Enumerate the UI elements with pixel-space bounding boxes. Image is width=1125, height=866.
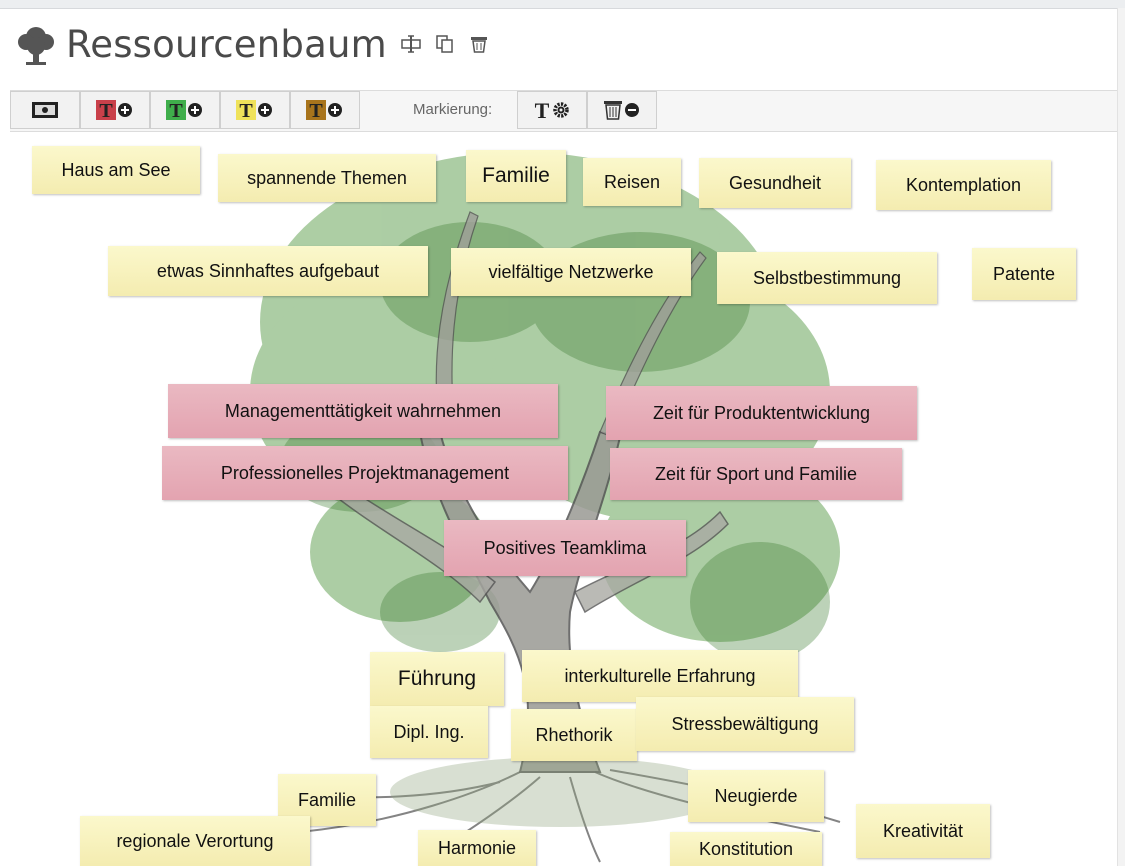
marking-delete-button[interactable] <box>587 91 657 129</box>
note-projektmanagement[interactable]: Professionelles Projektmanagement <box>162 446 568 500</box>
text-plus-icon: T <box>306 100 342 121</box>
svg-text:T: T <box>239 100 253 121</box>
note-spannende-themen[interactable]: spannende Themen <box>218 154 436 202</box>
window-top-border <box>0 0 1125 9</box>
note-sinnhaftes[interactable]: etwas Sinnhaftes aufgebaut <box>108 246 428 296</box>
toolbar: T T T T Markierung: T <box>10 90 1117 132</box>
note-familie-top[interactable]: Familie <box>466 150 566 202</box>
note-interkulturell[interactable]: interkulturelle Erfahrung <box>522 650 798 702</box>
marking-settings-button[interactable]: T <box>517 91 587 129</box>
svg-text:T: T <box>99 100 113 121</box>
svg-text:T: T <box>169 100 183 121</box>
note-netzwerke[interactable]: vielfältige Netzwerke <box>451 248 691 296</box>
note-regionale[interactable]: regionale Verortung <box>80 816 310 866</box>
text-plus-icon: T <box>166 100 202 121</box>
note-sport-familie[interactable]: Zeit für Sport und Familie <box>610 448 902 500</box>
add-green-note-button[interactable]: T <box>150 91 220 129</box>
title-bar: Ressourcenbaum <box>14 20 489 68</box>
page-title: Ressourcenbaum <box>66 22 387 66</box>
note-stress[interactable]: Stressbewältigung <box>636 697 854 751</box>
rename-icon[interactable] <box>401 34 421 54</box>
note-dipl-ing[interactable]: Dipl. Ing. <box>370 706 488 758</box>
vertical-scrollbar[interactable] <box>1117 8 1125 866</box>
note-kreativitaet[interactable]: Kreativität <box>856 804 990 858</box>
tree-canvas[interactable]: Haus am See spannende Themen Familie Rei… <box>0 132 1117 866</box>
copy-icon[interactable] <box>435 34 455 54</box>
note-neugierde[interactable]: Neugierde <box>688 770 824 822</box>
text-plus-icon: T <box>96 100 132 121</box>
note-konstitution[interactable]: Konstitution <box>670 832 822 866</box>
note-rhethorik[interactable]: Rhethorik <box>511 709 637 761</box>
tree-icon <box>18 27 54 65</box>
note-kontemplation[interactable]: Kontemplation <box>876 160 1051 210</box>
trash-minus-icon <box>604 101 639 120</box>
note-haus-am-see[interactable]: Haus am See <box>32 146 200 194</box>
text-gear-icon: T <box>535 99 569 121</box>
svg-text:T: T <box>535 99 550 121</box>
note-management[interactable]: Managementtätigkeit wahrnehmen <box>168 384 558 438</box>
note-fuehrung[interactable]: Führung <box>370 652 504 706</box>
note-reisen[interactable]: Reisen <box>583 158 681 206</box>
marking-label: Markierung: <box>413 101 493 118</box>
note-teamklima[interactable]: Positives Teamklima <box>444 520 686 576</box>
trash-icon[interactable] <box>469 34 489 54</box>
note-patente[interactable]: Patente <box>972 248 1076 300</box>
image-button[interactable] <box>10 91 80 129</box>
photo-icon <box>32 102 58 118</box>
note-harmonie[interactable]: Harmonie <box>418 830 536 866</box>
add-red-note-button[interactable]: T <box>80 91 150 129</box>
note-produktentwicklung[interactable]: Zeit für Produktentwicklung <box>606 386 917 440</box>
add-brown-note-button[interactable]: T <box>290 91 360 129</box>
note-selbstbestimmung[interactable]: Selbstbestimmung <box>717 252 937 304</box>
add-yellow-note-button[interactable]: T <box>220 91 290 129</box>
text-plus-icon: T <box>236 100 272 121</box>
svg-text:T: T <box>309 100 323 121</box>
note-gesundheit[interactable]: Gesundheit <box>699 158 851 208</box>
